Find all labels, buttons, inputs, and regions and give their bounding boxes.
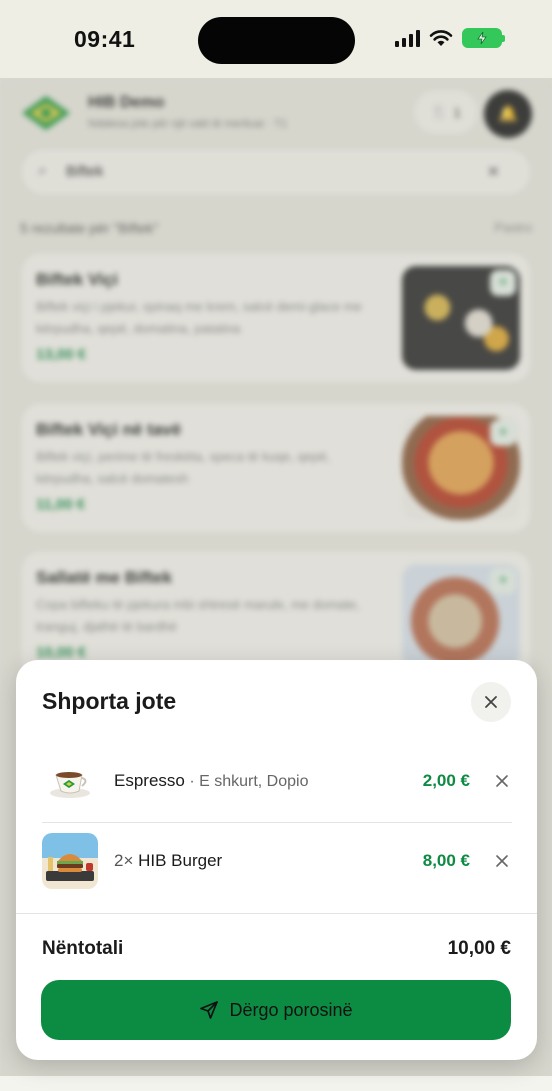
cart-item-price: 2,00 € bbox=[422, 771, 470, 790]
close-icon bbox=[496, 775, 508, 787]
cart-item-text: Espresso · E shkurt, Dopio bbox=[114, 771, 423, 791]
cart-item-text: 2× HIB Burger bbox=[114, 851, 423, 871]
cart-item-name: HIB Burger bbox=[138, 851, 223, 870]
cart-item-price: 8,00 € bbox=[422, 851, 470, 870]
send-order-label: Dërgo porosinë bbox=[229, 999, 353, 1020]
cart-item-name: Espresso bbox=[114, 771, 185, 790]
send-icon bbox=[200, 1001, 219, 1019]
cart-item: Espresso · E shkurt, Dopio 2,00 € bbox=[42, 746, 512, 816]
cart-title: Shporta jote bbox=[42, 688, 177, 714]
wifi-icon bbox=[429, 30, 453, 46]
espresso-cup-icon bbox=[42, 753, 98, 809]
send-order-button[interactable]: Dërgo porosinë bbox=[41, 980, 511, 1040]
signal-icon bbox=[395, 29, 420, 47]
remove-item-button[interactable] bbox=[492, 851, 512, 871]
cart-item: 2× HIB Burger 8,00 € bbox=[42, 826, 512, 896]
close-icon bbox=[496, 855, 508, 867]
home-indicator-area bbox=[0, 1076, 552, 1091]
battery-charging-icon bbox=[462, 28, 505, 48]
subtotal-label: Nëntotali bbox=[42, 938, 124, 959]
subtotal-value: 10,00 € bbox=[447, 938, 511, 959]
remove-item-button[interactable] bbox=[492, 771, 512, 791]
close-cart-button[interactable] bbox=[471, 682, 511, 722]
divider bbox=[42, 822, 512, 823]
close-icon bbox=[485, 696, 497, 708]
dynamic-island bbox=[198, 17, 355, 64]
cart-sheet: Shporta jote Espresso · E shkurt, Dopio … bbox=[16, 660, 537, 1060]
cart-item-qty: 2× bbox=[114, 851, 139, 870]
divider bbox=[16, 913, 537, 914]
status-bar: 09:41 bbox=[0, 0, 552, 78]
cart-item-options: · E shkurt, Dopio bbox=[184, 773, 309, 790]
status-time: 09:41 bbox=[74, 26, 136, 52]
burger-icon bbox=[42, 833, 98, 889]
status-icons bbox=[395, 28, 505, 48]
